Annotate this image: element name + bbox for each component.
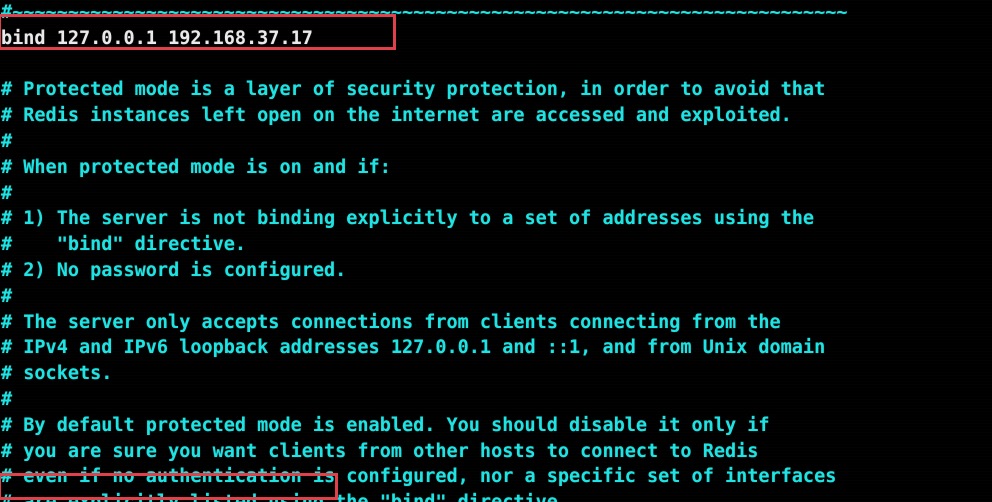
config-line-tilde-rule: #~~~~~~~~~~~~~~~~~~~~~~~~~~~~~~~~~~~~~~~…	[1, 2, 848, 23]
config-line-hash-3: #	[1, 285, 13, 307]
config-line-hash-1: #	[1, 130, 13, 152]
config-line-when-on-and-if: # When protected mode is on and if:	[1, 156, 391, 178]
config-line-accepts-1: # The server only accepts connections fr…	[1, 311, 781, 333]
config-line-accepts-2: # IPv4 and IPv6 loopback addresses 127.0…	[1, 337, 826, 359]
config-line-condition-1: # 1) The server is not binding explicitl…	[1, 208, 815, 230]
config-line-protected-intro-1: # Protected mode is a layer of security …	[1, 79, 826, 101]
config-line-accepts-3: # sockets.	[1, 363, 113, 385]
config-line-default-3: # even if no authentication is configure…	[1, 466, 837, 488]
config-line-hash-2: #	[1, 182, 13, 204]
config-line-bind-directive[interactable]: bind 127.0.0.1 192.168.37.17	[0, 26, 992, 52]
terminal-window[interactable]: #~~~~~~~~~~~~~~~~~~~~~~~~~~~~~~~~~~~~~~~…	[0, 0, 992, 502]
config-line-condition-1-cont: # "bind" directive.	[1, 234, 247, 256]
config-line-default-4: # are explicitly listed using the "bind"…	[0, 490, 992, 502]
config-line-protected-intro-2: # Redis instances left open on the inter…	[1, 105, 792, 127]
terminal-text-area[interactable]: #~~~~~~~~~~~~~~~~~~~~~~~~~~~~~~~~~~~~~~~…	[0, 0, 992, 502]
config-line-default-2: # you are sure you want clients from oth…	[1, 440, 759, 462]
config-line-blank-1	[0, 52, 992, 78]
config-line-condition-2: # 2) No password is configured.	[1, 259, 347, 281]
config-line-hash-4: #	[1, 388, 13, 410]
config-line-default-1: # By default protected mode is enabled. …	[1, 414, 770, 436]
